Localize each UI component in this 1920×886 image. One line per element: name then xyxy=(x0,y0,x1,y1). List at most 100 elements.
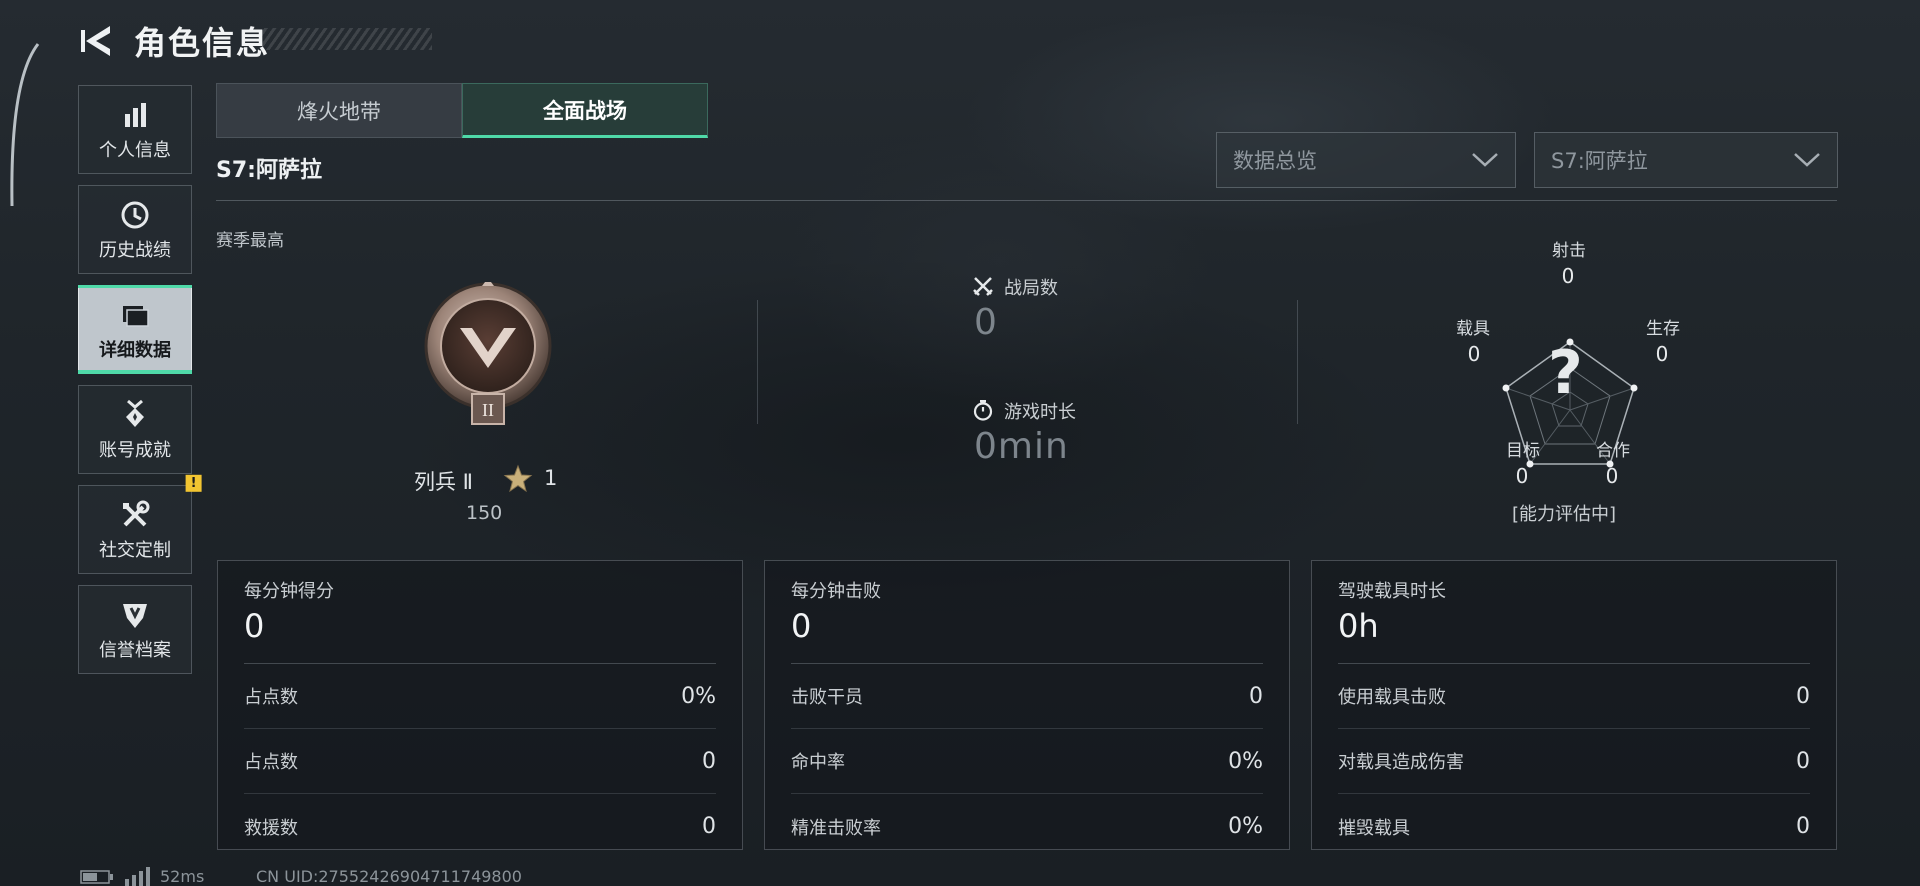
section-divider xyxy=(757,300,758,424)
stat-row: 摧毁载具 0 xyxy=(1338,794,1810,859)
crossed-swords-icon xyxy=(973,277,993,296)
stat-card-score: 每分钟得分 0 占点数 0% 占点数 0 救援数 0 xyxy=(217,560,743,850)
nav-label: 历史战绩 xyxy=(99,239,171,261)
stat-row: 使用载具击败 0 xyxy=(1338,664,1810,729)
nav-item-personal-info[interactable]: 个人信息 xyxy=(78,85,192,174)
radar-axis-value: 0 xyxy=(1655,342,1669,366)
season-label: S7:阿萨拉 xyxy=(216,158,322,183)
rank-emblem-icon: II xyxy=(424,282,552,425)
stat-row-label: 使用载具击败 xyxy=(1338,687,1446,708)
nav-item-reputation[interactable]: 信誉档案 xyxy=(78,585,192,674)
title-stripes-decoration xyxy=(262,28,432,50)
nav-item-social-custom[interactable]: 社交定制 ! xyxy=(78,474,202,574)
radar-axis-value: 0 xyxy=(1515,464,1529,488)
rank-name: 列兵 Ⅱ xyxy=(414,470,474,494)
nav-label: 账号成就 xyxy=(99,439,171,461)
side-nav: 个人信息 历史战绩 详细数据 账号成就 社交定制 ! 信誉档案 xyxy=(78,85,202,685)
rank-emblem-numeral: II xyxy=(482,400,494,420)
stat-row-label: 救援数 xyxy=(244,817,298,839)
section-divider xyxy=(1297,300,1298,424)
stat-row: 命中率 0% xyxy=(791,729,1263,794)
rank-star-count: 1 xyxy=(544,466,558,490)
playtime-value: 0min xyxy=(974,426,1069,467)
shield-emblem-icon xyxy=(123,603,147,628)
card-title: 每分钟得分 xyxy=(244,581,334,602)
stat-row-label: 对载具造成伤害 xyxy=(1338,752,1464,773)
season-best-label: 赛季最高 xyxy=(216,231,284,251)
dropdown-value: S7:阿萨拉 xyxy=(1551,149,1648,173)
matches-label: 战局数 xyxy=(1004,278,1058,299)
ping-readout: 52ms xyxy=(160,867,205,886)
card-title: 每分钟击败 xyxy=(791,581,881,602)
radar-axis-label: 生存 xyxy=(1646,319,1680,339)
stat-row-label: 命中率 xyxy=(791,752,845,773)
radar-axis-label: 射击 xyxy=(1552,241,1586,261)
stat-row: 占点数 0 xyxy=(244,729,716,794)
page-title: 角色信息 xyxy=(134,24,271,62)
nav-item-detailed-data[interactable]: 详细数据 xyxy=(78,285,192,374)
nav-label: 个人信息 xyxy=(99,139,171,161)
nav-label: 社交定制 xyxy=(99,539,171,561)
bar-chart-icon xyxy=(125,102,146,127)
stat-row-value: 0 xyxy=(1796,683,1810,709)
stat-row-label: 摧毁载具 xyxy=(1338,817,1410,839)
stat-card-vehicle: 驾驶载具时长 0h 使用载具击败 0 对载具造成伤害 0 摧毁载具 0 xyxy=(1311,560,1837,850)
season-dropdown[interactable]: S7:阿萨拉 xyxy=(1534,132,1838,188)
folder-icon xyxy=(123,305,149,327)
rank-points: 150 xyxy=(466,502,503,524)
stat-row-value: 0 xyxy=(702,814,716,839)
chevron-down-icon xyxy=(1794,153,1820,167)
radar-point xyxy=(1502,384,1510,392)
stat-row-value: 0% xyxy=(681,683,716,709)
card-value: 0h xyxy=(1338,607,1379,645)
stat-row-label: 占点数 xyxy=(244,687,298,708)
radar-point xyxy=(1630,384,1638,392)
nav-item-history[interactable]: 历史战绩 xyxy=(78,185,192,274)
stat-row: 精准击败率 0% xyxy=(791,794,1263,859)
radar-axis-label: 目标 xyxy=(1506,441,1540,461)
stat-card-kills: 每分钟击败 0 击败干员 0 命中率 0% 精准击败率 0% xyxy=(764,560,1290,850)
battery-icon xyxy=(80,870,113,884)
data-type-dropdown[interactable]: 数据总览 xyxy=(1216,132,1516,188)
tab-full-battlefield[interactable]: 全面战场 xyxy=(462,83,708,138)
matches-value: 0 xyxy=(974,302,998,343)
stat-row: 对载具造成伤害 0 xyxy=(1338,729,1810,794)
tab-warfare-zone[interactable]: 烽火地带 xyxy=(216,83,462,138)
medal-icon xyxy=(126,399,144,427)
playtime-label: 游戏时长 xyxy=(1004,402,1076,423)
header-divider xyxy=(216,200,1837,201)
radar-axis-label: 合作 xyxy=(1596,441,1630,461)
nav-label: 详细数据 xyxy=(99,339,171,361)
stat-row-label: 占点数 xyxy=(244,752,298,773)
alert-badge: ! xyxy=(185,474,202,492)
radar-unknown-mark: ? xyxy=(1548,338,1583,408)
stat-row-value: 0 xyxy=(1249,683,1263,709)
stat-row-value: 0 xyxy=(1796,748,1810,774)
nav-item-achievements[interactable]: 账号成就 xyxy=(78,385,192,474)
stat-row: 击败干员 0 xyxy=(791,664,1263,729)
mode-tabs: 烽火地带 全面战场 xyxy=(216,83,708,138)
history-clock-icon xyxy=(121,201,149,228)
dropdown-value: 数据总览 xyxy=(1233,149,1317,173)
star-icon xyxy=(503,464,533,493)
radar-axis-label: 载具 xyxy=(1456,319,1490,339)
stat-row-label: 精准击败率 xyxy=(791,817,881,839)
stat-row: 占点数 0% xyxy=(244,664,716,729)
stat-row-value: 0 xyxy=(1796,814,1810,839)
stat-row-label: 击败干员 xyxy=(791,687,863,708)
card-title: 驾驶载具时长 xyxy=(1338,581,1446,602)
stat-row-value: 0% xyxy=(1228,814,1263,839)
card-value: 0 xyxy=(244,607,265,645)
stat-row-value: 0 xyxy=(702,748,716,774)
radar-axis-value: 0 xyxy=(1467,342,1481,366)
stat-row: 救援数 0 xyxy=(244,794,716,859)
radar-status: [能力评估中] xyxy=(1512,504,1617,525)
back-arrow-icon[interactable] xyxy=(78,22,118,60)
tools-icon xyxy=(123,500,150,526)
stat-row-value: 0% xyxy=(1228,748,1263,774)
radar-axis-value: 0 xyxy=(1561,264,1575,288)
nav-label: 信誉档案 xyxy=(99,639,171,661)
user-uid: CN UID:27552426904711749800 xyxy=(256,867,522,886)
signal-strength-icon xyxy=(125,867,150,886)
card-value: 0 xyxy=(791,607,812,645)
